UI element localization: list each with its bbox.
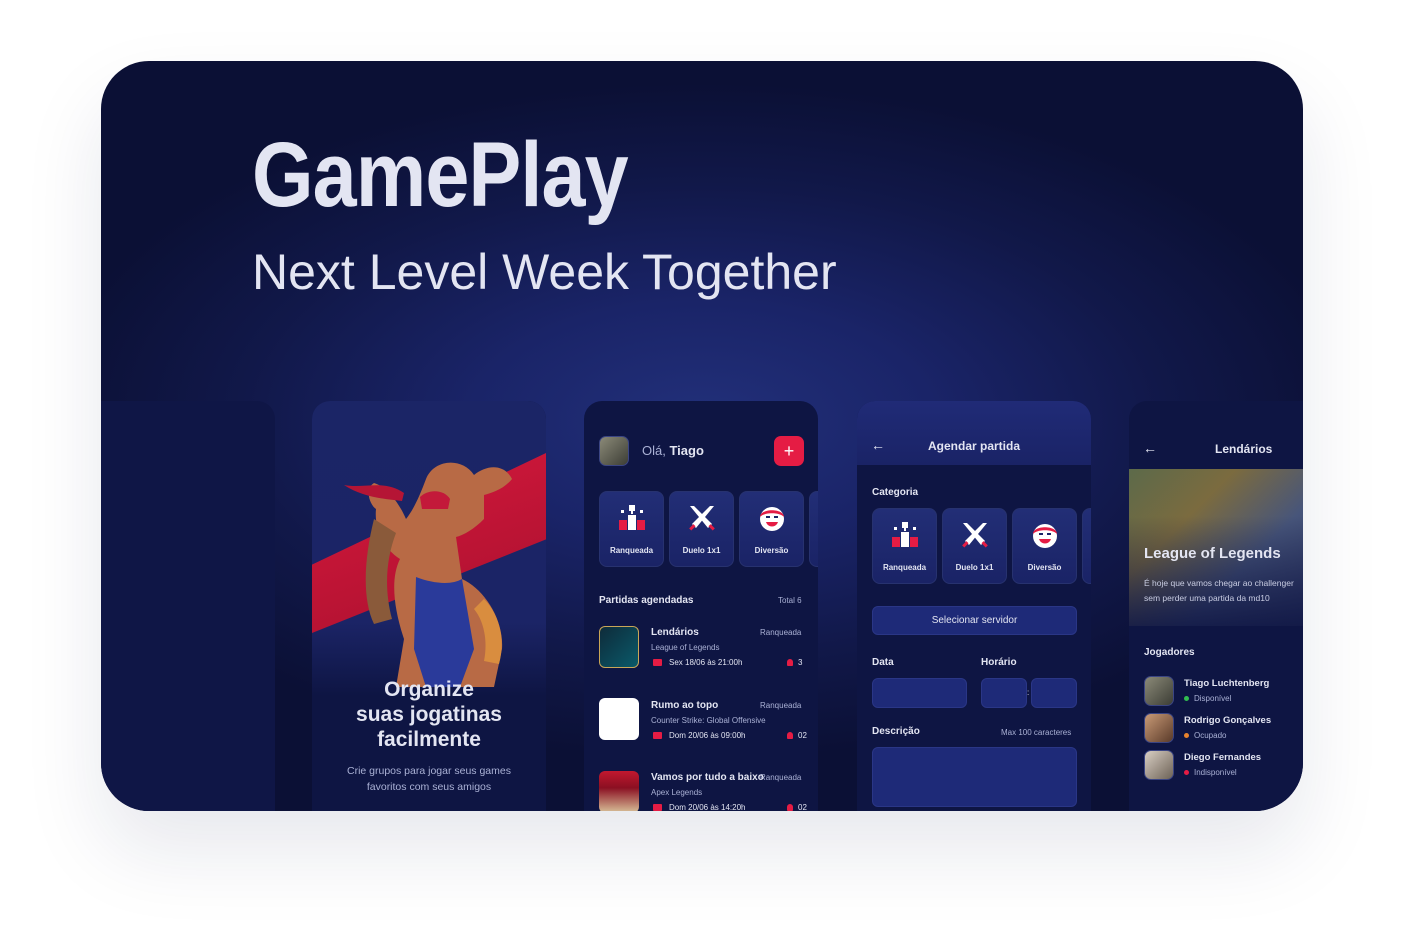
category-more[interactable]	[1082, 508, 1091, 584]
add-match-button[interactable]: +	[774, 436, 804, 466]
date-label: Data	[872, 657, 894, 668]
banner-title: League of Legends	[1144, 545, 1281, 562]
total-count: Total 6	[778, 596, 802, 605]
time-label: Horário	[981, 657, 1017, 668]
select-server-button[interactable]: Selecionar servidor	[872, 606, 1077, 635]
category-label: Categoria	[872, 487, 919, 498]
page-title: Lendários	[1215, 442, 1273, 456]
duel-swords-icon	[689, 506, 715, 531]
players-label: Jogadores	[1144, 647, 1195, 658]
user-avatar[interactable]	[599, 436, 629, 466]
description-label: Descrição	[872, 726, 920, 737]
category-label: Ranqueada	[609, 546, 654, 555]
category-duelo[interactable]: Duelo 1x1	[942, 508, 1007, 584]
lol-logo-icon	[599, 626, 639, 668]
category-label: Diversão	[1027, 563, 1062, 572]
hero-subtitle: Next Level Week Together	[252, 244, 837, 300]
ranked-podium-icon	[892, 522, 918, 547]
csgo-logo-icon	[599, 698, 639, 740]
description-input[interactable]	[872, 747, 1077, 807]
calendar-icon	[653, 804, 662, 811]
calendar-icon	[653, 659, 662, 666]
category-ranqueada[interactable]: Ranqueada	[872, 508, 937, 584]
avatar	[1144, 676, 1174, 706]
players-icon	[787, 804, 793, 811]
time-separator: :	[1027, 688, 1030, 697]
players-icon	[787, 732, 793, 739]
category-label: Duelo 1x1	[682, 546, 721, 555]
ranked-podium-icon	[619, 505, 645, 530]
onboarding-description: Crie grupos para jogar seus games favori…	[346, 765, 511, 793]
players-icon	[787, 659, 793, 666]
fun-face-icon	[760, 507, 784, 531]
header	[857, 401, 1091, 465]
back-arrow-icon[interactable]: ←	[1143, 440, 1157, 456]
status-dot	[1184, 770, 1189, 775]
hour-input[interactable]	[981, 678, 1027, 708]
category-more[interactable]	[809, 491, 818, 567]
category-ranqueada[interactable]: Ranqueada	[599, 491, 664, 567]
screen-details: ← Lendários League of Legends É hoje que…	[1129, 401, 1303, 811]
category-label: Diversão	[754, 546, 789, 555]
duel-swords-icon	[962, 523, 988, 548]
status-dot	[1184, 733, 1189, 738]
screen-home: Olá, Tiago + Ranqueada Duelo 1x1 Diversã…	[584, 401, 818, 811]
calendar-icon	[653, 732, 662, 739]
status-dot	[1184, 696, 1189, 701]
greeting: Olá, Tiago	[642, 443, 704, 458]
minute-input[interactable]	[1031, 678, 1077, 708]
section-title: Partidas agendadas	[599, 595, 694, 606]
date-input[interactable]	[872, 678, 967, 708]
page-title: Agendar partida	[927, 439, 1020, 453]
category-diversao[interactable]: Diversão	[739, 491, 804, 567]
avatar	[1144, 750, 1174, 780]
onboarding-headline: Organize suas jogatinas facilmente	[356, 678, 502, 751]
category-diversao[interactable]: Diversão	[1012, 508, 1077, 584]
avatar	[1144, 713, 1174, 743]
hero-title: GamePlay	[252, 124, 629, 226]
screen-schedule: ← Agendar partida Categoria Ranqueada Du…	[857, 401, 1091, 811]
apex-logo-icon	[599, 771, 639, 811]
category-duelo[interactable]: Duelo 1x1	[669, 491, 734, 567]
screen-onboarding: Organize suas jogatinas facilmente Crie …	[312, 401, 546, 811]
description-hint: Max 100 caracteres	[1001, 728, 1072, 737]
showcase-card: GamePlay Next Level Week Together Organi…	[101, 61, 1303, 811]
fun-face-icon	[1033, 524, 1057, 548]
category-label: Duelo 1x1	[955, 563, 994, 572]
fighter-illustration-icon	[344, 462, 512, 687]
screen-partial-left	[101, 401, 275, 811]
category-label: Ranqueada	[882, 563, 927, 572]
banner-description: É hoje que vamos chegar ao challenger se…	[1144, 578, 1294, 603]
